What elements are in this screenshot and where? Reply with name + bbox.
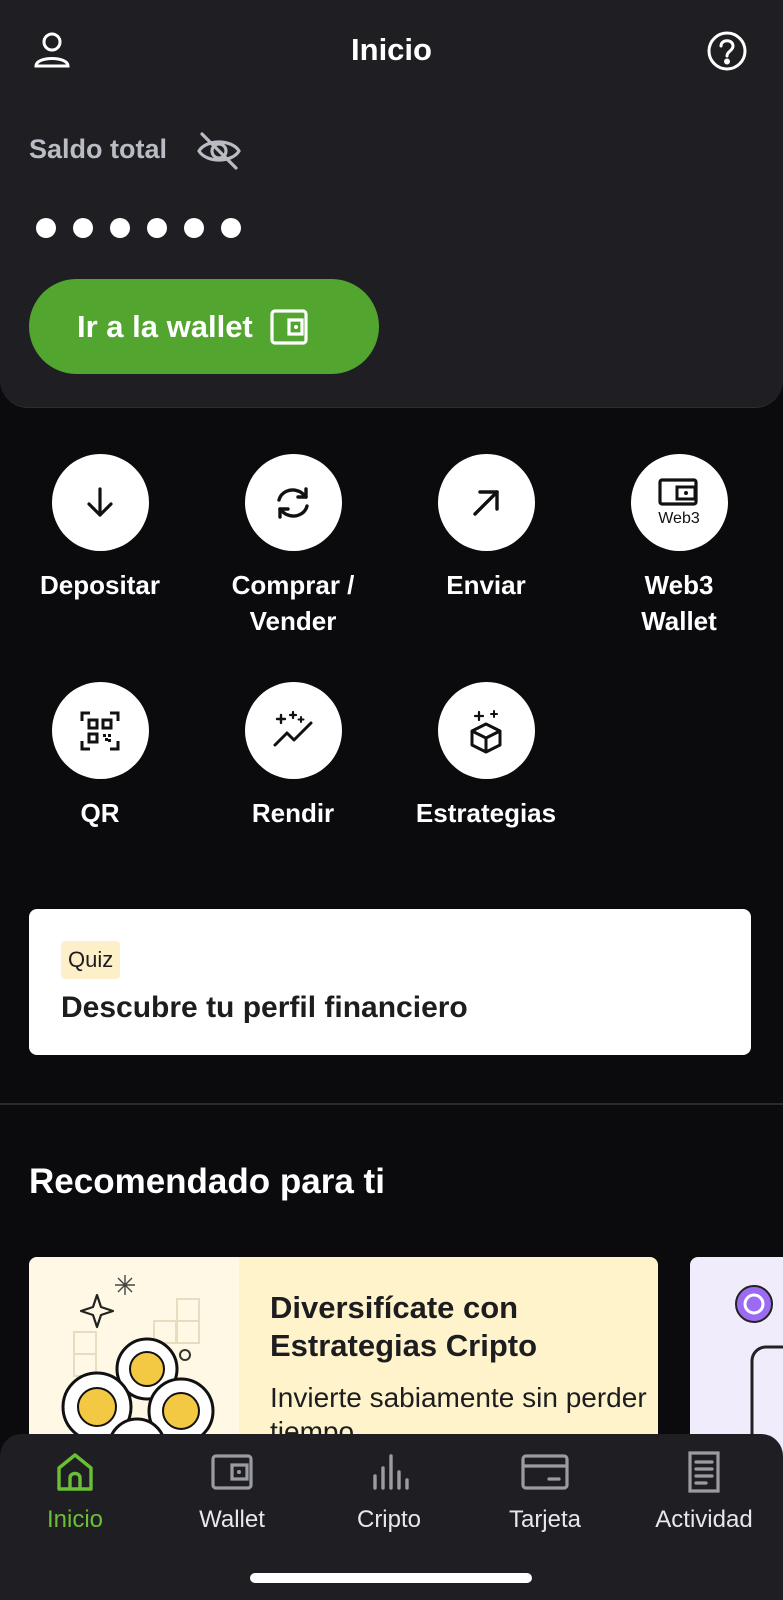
quiz-card[interactable]: Quiz Descubre tu perfil financiero [29,909,751,1055]
nav-label: Wallet [199,1506,265,1533]
nav-label: Tarjeta [508,1506,582,1533]
trend-sparkle-icon [273,710,313,746]
action-label: Depositar [40,570,160,600]
quiz-title: Descubre tu perfil financiero [61,991,468,1024]
mask-dot [184,218,204,238]
go-to-wallet-label: Ir a la wallet [77,308,253,344]
action-label: Enviar [446,570,526,600]
action-circle[interactable] [51,682,149,779]
action-label: Comprar / Vender [231,570,355,636]
nav-wallet[interactable]: Wallet [154,1450,310,1534]
home-indicator [250,1573,532,1583]
balance-label: Saldo total [29,134,168,164]
action-comprar-vender[interactable]: Comprar / Vender [203,454,383,639]
masked-balance [36,218,241,238]
nav-label: Cripto [356,1506,422,1533]
swap-icon [277,486,309,519]
action-circle[interactable] [437,682,535,779]
action-label: Web3 Wallet [641,570,717,636]
bar-chart-icon [373,1454,409,1490]
balance-card: Inicio Saldo total Ir a la wallet [0,0,783,408]
go-to-wallet-button[interactable]: Ir a la wallet [29,279,379,374]
mask-dot [147,218,167,238]
recommended-title: Recomendado para ti [29,1162,385,1201]
action-qr[interactable]: QR [10,682,190,831]
mask-dot [73,218,93,238]
mask-dot [110,218,130,238]
action-circle[interactable] [244,682,342,779]
home-icon [57,1453,93,1491]
promo-next-illustration [735,1285,783,1457]
nav-cripto[interactable]: Cripto [311,1450,467,1534]
promo-card[interactable]: Diversifícate con Estrategias Cripto Inv… [29,1257,658,1457]
promo-card-next[interactable] [690,1257,783,1457]
nav-tarjeta[interactable]: Tarjeta [467,1450,623,1534]
web3-icon-text: Web3 [658,510,700,527]
mask-dot [36,218,56,238]
nav-actividad[interactable]: Actividad [626,1450,782,1534]
action-circle[interactable] [51,454,149,551]
qr-icon [80,711,120,750]
nav-label: Actividad [655,1506,753,1533]
action-circle[interactable]: Web3 [630,454,728,551]
action-web3-wallet[interactable]: Web3 Web3 Wallet [589,454,769,639]
nav-inicio[interactable]: Inicio [0,1450,153,1534]
promo-title: Diversifícate con Estrategias Cripto [270,1290,538,1363]
arrow-down-icon [87,486,113,517]
wallet-icon [211,1454,253,1490]
help-icon[interactable] [706,30,748,72]
action-label: QR [80,798,120,828]
eye-off-icon[interactable] [196,130,242,172]
page-title: Inicio [351,32,432,67]
card-icon [521,1454,569,1490]
action-depositar[interactable]: Depositar [10,454,190,603]
cube-sparkle-icon [470,709,502,753]
action-enviar[interactable]: Enviar [396,454,576,603]
action-circle[interactable] [437,454,535,551]
action-label: Estrategias [415,798,557,828]
action-circle[interactable] [244,454,342,551]
promo-illustration [29,1257,239,1457]
action-estrategias[interactable]: Estrategias [396,682,576,831]
section-divider [0,1103,783,1105]
quiz-badge: Quiz [61,941,121,979]
action-label: Rendir [251,798,335,828]
nav-label: Inicio [46,1506,104,1533]
action-rendir[interactable]: Rendir [203,682,383,831]
crypto-coins-illustration [61,1275,215,1457]
arrow-up-right-icon [473,489,499,516]
document-icon [688,1451,720,1493]
wallet-icon [270,308,308,345]
web3-wallet-icon: Web3 [658,477,700,527]
mask-dot [221,218,241,238]
